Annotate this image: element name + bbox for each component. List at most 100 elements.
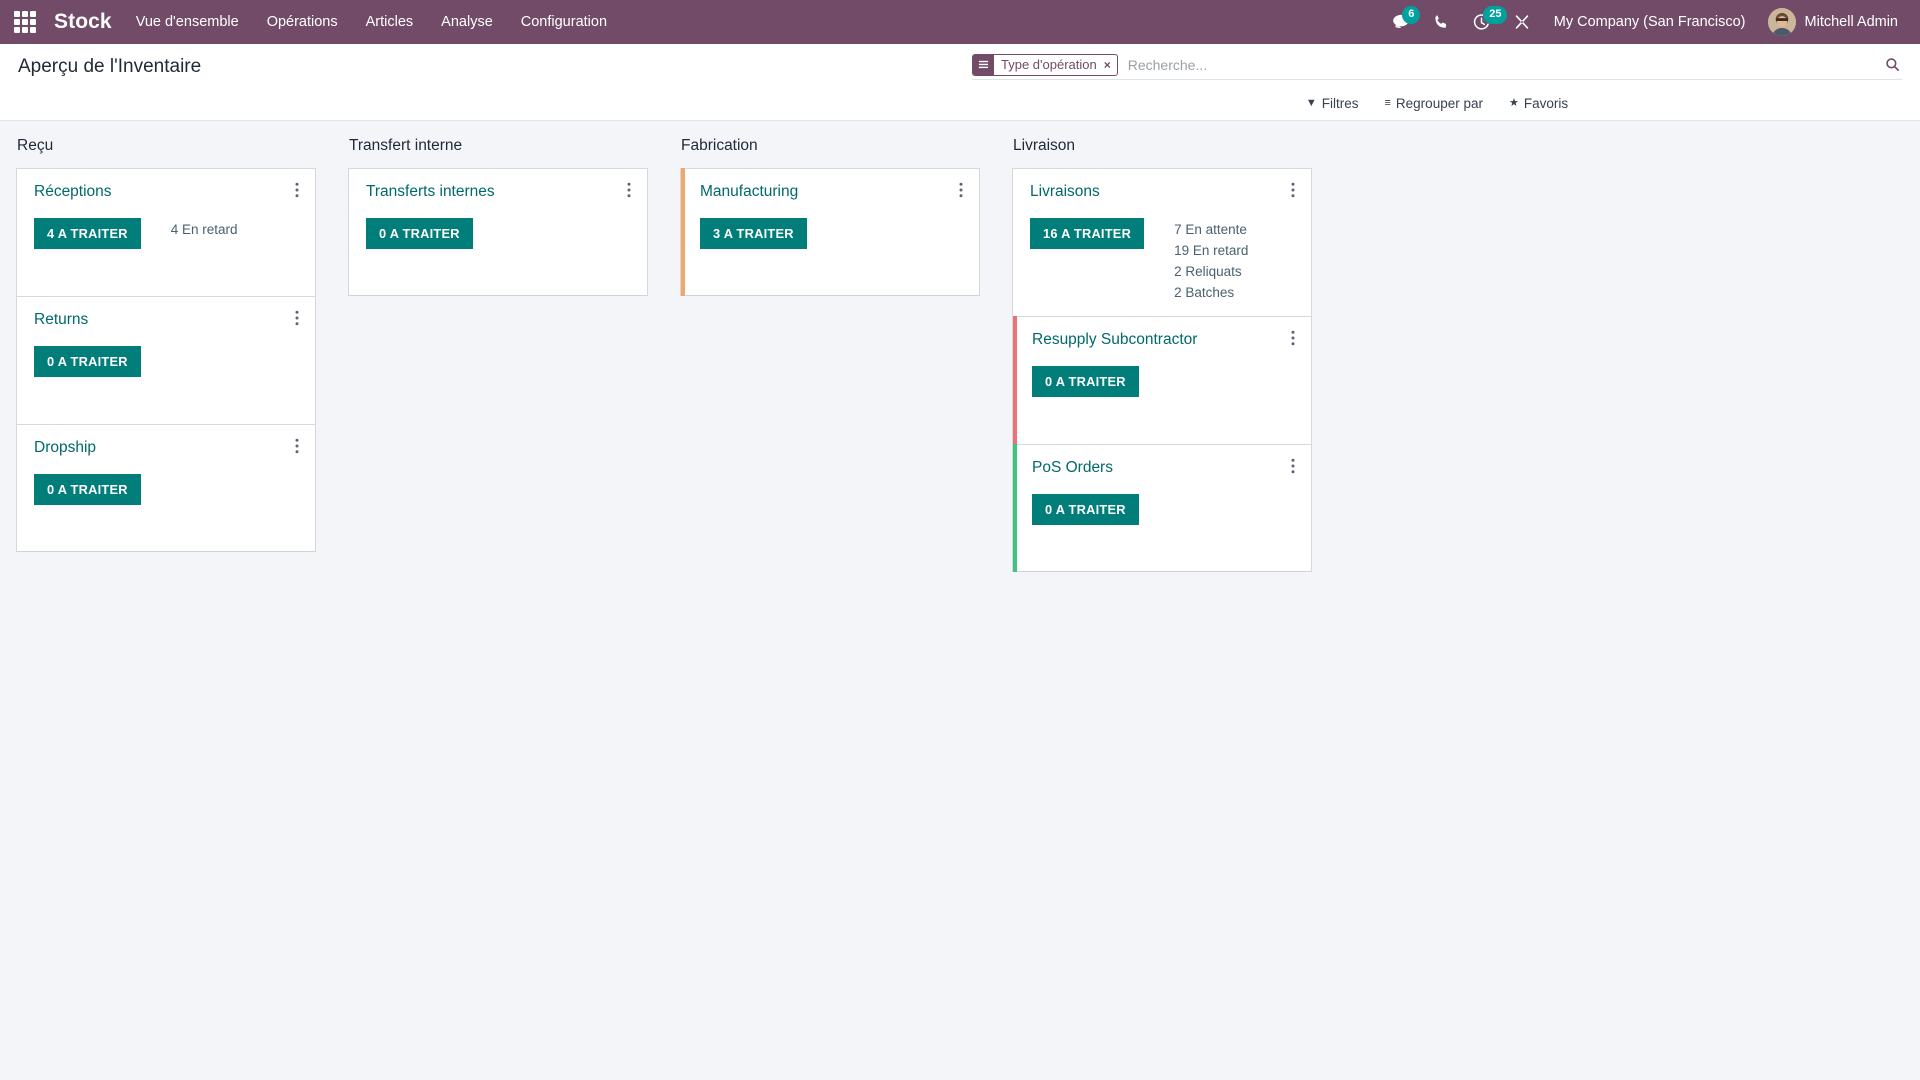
apps-grid-dot xyxy=(30,11,36,17)
search-facet-label: Type d'opération xyxy=(1001,57,1097,72)
kanban-stat-19-en-retard[interactable]: 19 En retard xyxy=(1174,242,1248,260)
search-icon[interactable] xyxy=(1877,57,1902,72)
kanban-card-body: 0 A TRAITER xyxy=(34,473,301,505)
kanban-stat-7-en-attente[interactable]: 7 En attente xyxy=(1174,221,1248,239)
kanban-card-resupply-subcontractor[interactable]: Resupply Subcontractor 0 A TRAITER xyxy=(1012,316,1312,446)
vertical-ellipsis-icon[interactable] xyxy=(957,182,965,199)
kanban-card-title[interactable]: Dropship xyxy=(34,439,96,458)
star-icon: ★ xyxy=(1508,97,1519,109)
kanban-card-accent-bar xyxy=(1013,444,1017,573)
page-title: Aperçu de l'Inventaire xyxy=(18,56,202,77)
activities-button[interactable]: 25 xyxy=(1461,0,1508,44)
user-name-label: Mitchell Admin xyxy=(1804,14,1898,30)
messages-button[interactable]: 6 xyxy=(1380,0,1421,44)
process-button[interactable]: 3 A TRAITER xyxy=(700,217,807,249)
kanban-column-re-u: Reçu Réceptions 4 A TRAITER 4 En retard Retu… xyxy=(0,137,332,552)
kanban-card-livraisons[interactable]: Livraisons 16 A TRAITER 7 En attente 19 En … xyxy=(1012,168,1312,317)
app-brand-stock[interactable]: Stock xyxy=(54,10,112,34)
search-facet-remove-icon[interactable]: × xyxy=(1103,55,1117,75)
process-button[interactable]: 16 A TRAITER xyxy=(1030,217,1145,249)
menu-item-operations[interactable]: Opérations xyxy=(253,0,352,44)
kanban-card-title[interactable]: PoS Orders xyxy=(1032,459,1113,478)
kanban-card-group: Manufacturing 3 A TRAITER xyxy=(680,168,980,296)
kanban-card-title[interactable]: Livraisons xyxy=(1030,183,1100,202)
group-by-dropdown-button[interactable]: ≡ Regrouper par xyxy=(1385,96,1483,111)
kanban-card-transferts-internes[interactable]: Transferts internes 0 A TRAITER xyxy=(348,168,648,296)
kanban-card-title[interactable]: Resupply Subcontractor xyxy=(1032,331,1197,350)
apps-grid-dot xyxy=(22,19,28,25)
phone-button[interactable] xyxy=(1421,0,1461,44)
kanban-card-body: 0 A TRAITER xyxy=(1032,366,1297,398)
kanban-card-r-ceptions[interactable]: Réceptions 4 A TRAITER 4 En retard xyxy=(16,168,316,296)
process-button[interactable]: 0 A TRAITER xyxy=(34,473,141,505)
kanban-stat-2-reliquats[interactable]: 2 Reliquats xyxy=(1174,263,1248,281)
kanban-card-body: 3 A TRAITER xyxy=(700,217,965,249)
search-options-bar: ▼ Filtres ≡ Regrouper par ★ Favoris xyxy=(972,90,1902,120)
process-button[interactable]: 0 A TRAITER xyxy=(1032,366,1139,398)
top-navbar: Stock Vue d'ensemble Opérations Articles… xyxy=(0,0,1920,44)
avatar-image xyxy=(1767,8,1796,36)
favorites-label: Favoris xyxy=(1523,96,1569,111)
kanban-card-accent-bar xyxy=(681,168,685,296)
kanban-card-manufacturing[interactable]: Manufacturing 3 A TRAITER xyxy=(680,168,980,296)
process-button[interactable]: 0 A TRAITER xyxy=(1032,494,1139,526)
messages-count-badge: 6 xyxy=(1402,6,1421,24)
kanban-card-title[interactable]: Transferts internes xyxy=(366,183,495,202)
vertical-ellipsis-icon[interactable] xyxy=(293,438,301,455)
process-button[interactable]: 4 A TRAITER xyxy=(34,217,141,249)
kanban-card-title[interactable]: Réceptions xyxy=(34,183,112,202)
kanban-card-body: 0 A TRAITER xyxy=(366,217,633,249)
vertical-ellipsis-icon[interactable] xyxy=(293,182,301,199)
kanban-card-body: 0 A TRAITER xyxy=(1032,494,1297,526)
kanban-column-title: Reçu xyxy=(17,137,54,154)
search-view: Type d'opération × xyxy=(972,44,1902,80)
process-button[interactable]: 0 A TRAITER xyxy=(366,217,473,249)
process-button[interactable]: 0 A TRAITER xyxy=(34,345,141,377)
kanban-card-group: Réceptions 4 A TRAITER 4 En retard Returns 0… xyxy=(16,168,316,552)
control-panel: Aperçu de l'Inventaire Type d'opération … xyxy=(0,44,1920,121)
vertical-ellipsis-icon[interactable] xyxy=(293,310,301,327)
user-avatar xyxy=(1767,8,1796,36)
kanban-card-title[interactable]: Manufacturing xyxy=(700,183,798,202)
menu-item-reporting[interactable]: Analyse xyxy=(427,0,507,44)
vertical-ellipsis-icon[interactable] xyxy=(625,182,633,199)
kanban-stat-4-en-retard[interactable]: 4 En retard xyxy=(171,221,238,239)
systray: 6 25 My Company (San Francisco) Mitchell… xyxy=(1380,0,1906,44)
apps-grid-dot xyxy=(14,19,20,25)
kanban-card-group: Transferts internes 0 A TRAITER xyxy=(348,168,648,296)
menu-item-overview[interactable]: Vue d'ensemble xyxy=(122,0,253,44)
apps-grid-dot xyxy=(22,11,28,17)
user-menu[interactable]: Mitchell Admin xyxy=(1758,0,1906,44)
apps-grid-dot xyxy=(30,19,36,25)
filters-dropdown-button[interactable]: ▼ Filtres xyxy=(1306,96,1359,111)
group-by-icon: ≡ xyxy=(1384,97,1391,109)
company-switcher[interactable]: My Company (San Francisco) xyxy=(1542,0,1758,44)
kanban-card-header: Livraisons xyxy=(1030,182,1297,202)
menu-item-configuration[interactable]: Configuration xyxy=(507,0,621,44)
favorites-dropdown-button[interactable]: ★ Favoris xyxy=(1509,96,1568,111)
kanban-card-pos-orders[interactable]: PoS Orders 0 A TRAITER xyxy=(1012,444,1312,573)
apps-grid-icon[interactable] xyxy=(10,7,40,37)
kanban-card-stats: 7 En attente 19 En retard 2 Reliquats 2 Bat… xyxy=(1174,218,1248,303)
kanban-column-title: Livraison xyxy=(1013,137,1076,154)
vertical-ellipsis-icon[interactable] xyxy=(1289,182,1297,199)
vertical-ellipsis-icon[interactable] xyxy=(1289,458,1297,475)
kanban-card-dropship[interactable]: Dropship 0 A TRAITER xyxy=(16,424,316,552)
kanban-card-returns[interactable]: Returns 0 A TRAITER xyxy=(16,296,316,424)
kanban-card-header: Réceptions xyxy=(34,182,301,202)
menu-item-products[interactable]: Articles xyxy=(352,0,428,44)
phone-icon xyxy=(1435,15,1446,28)
kanban-stat-2-batches[interactable]: 2 Batches xyxy=(1174,284,1248,302)
kanban-card-accent-bar xyxy=(1013,316,1017,446)
kanban-board: Reçu Réceptions 4 A TRAITER 4 En retard Retu… xyxy=(0,121,1920,1071)
search-facet-operation-type[interactable]: Type d'opération × xyxy=(972,53,1118,76)
vertical-ellipsis-icon[interactable] xyxy=(1289,330,1297,347)
developer-tools-button[interactable] xyxy=(1502,0,1542,44)
list-bars-icon xyxy=(973,54,994,75)
kanban-card-title[interactable]: Returns xyxy=(34,311,88,330)
search-input[interactable] xyxy=(1123,54,1877,75)
kanban-column-title: Transfert interne xyxy=(349,137,463,154)
filter-funnel-icon: ▼ xyxy=(1305,97,1317,109)
kanban-column-fabrication: Fabrication Manufacturing 3 A TRAITER xyxy=(664,137,996,296)
kanban-card-stats: 4 En retard xyxy=(171,218,238,239)
